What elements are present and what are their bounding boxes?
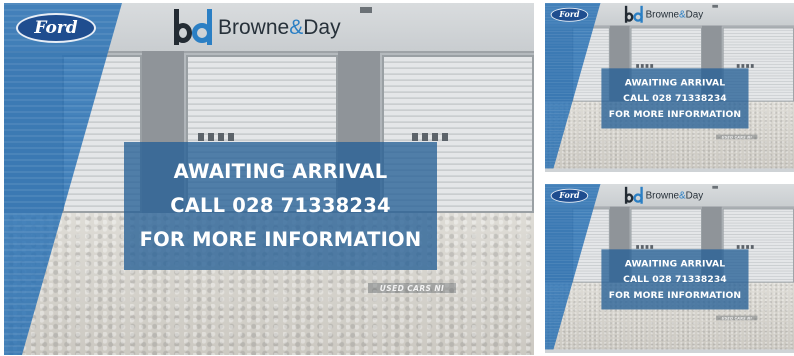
door-vent [636, 245, 639, 249]
door-vent [645, 245, 649, 249]
door-vent [741, 245, 745, 249]
notice-line-1: AWAITING ARRIVAL [173, 160, 388, 183]
dealer-logo-name: Browne [218, 16, 290, 39]
dealer-logo-name-end: Day [685, 190, 704, 201]
browne-day-logo-icon [174, 9, 214, 45]
door-vent [650, 64, 654, 68]
door-vent [746, 64, 749, 68]
watermark-text: USED CARS NI [721, 134, 752, 140]
door-vent [432, 133, 438, 141]
door-vent [218, 133, 224, 141]
door-vent [750, 245, 754, 249]
door-vent [741, 64, 745, 68]
door-vent [736, 245, 740, 249]
door-vent [650, 245, 654, 249]
ford-logo: Ford [550, 188, 589, 203]
door-vent [228, 133, 234, 141]
awaiting-arrival-notice: AWAITING ARRIVAL CALL 028 71338234 FOR M… [124, 142, 437, 270]
door-vent [422, 133, 428, 141]
ford-logo-text: Ford [559, 10, 580, 20]
dealer-logo-ampersand: & [289, 16, 304, 39]
door-vent [636, 64, 639, 68]
door-vent [746, 245, 749, 249]
door-vent [412, 133, 418, 141]
browne-day-logo-icon [624, 186, 644, 204]
wall-lamp [712, 185, 718, 189]
ford-logo: Ford [550, 7, 589, 22]
thumbnail-image[interactable]: Ford Browne&Day AWAITING ARRIVAL CALL 02… [545, 184, 794, 353]
notice-line-1: AWAITING ARRIVAL [624, 257, 726, 269]
watermark: USED CARS NI [716, 134, 758, 140]
browne-day-logo-icon [624, 5, 644, 23]
door-vent [645, 64, 649, 68]
door-vent [442, 133, 448, 141]
dealer-logo-name-end: Day [303, 16, 341, 39]
notice-line-1: AWAITING ARRIVAL [624, 76, 726, 88]
ford-logo-text: Ford [559, 191, 580, 201]
notice-line-2: CALL 028 71338234 [170, 194, 391, 217]
notice-line-3: FOR MORE INFORMATION [608, 108, 742, 120]
dealer-logo-name-end: Day [685, 9, 704, 20]
watermark-text: USED CARS NI [721, 315, 752, 321]
vehicle-photo: Ford Browne&Day AWAITING ARRIVAL CALL 02… [4, 3, 534, 355]
watermark: USED CARS NI [368, 283, 456, 293]
door-vent [208, 133, 214, 141]
wall-lamp [712, 4, 718, 8]
dealer-logo-text: Browne&Day [646, 9, 704, 20]
dealer-logo-name: Browne [645, 9, 680, 20]
door-vent [640, 245, 644, 249]
notice-line-2: CALL 028 71338234 [623, 92, 727, 104]
dealer-logo-text: Browne&Day [218, 16, 341, 40]
watermark-text: USED CARS NI [379, 283, 445, 293]
ford-logo-text: Ford [34, 18, 78, 38]
door-vent [198, 133, 204, 141]
notice-line-3: FOR MORE INFORMATION [608, 289, 742, 301]
ford-logo: Ford [16, 13, 96, 43]
awaiting-arrival-notice: AWAITING ARRIVAL CALL 028 71338234 FOR M… [601, 249, 749, 310]
door-vent [736, 64, 740, 68]
watermark: USED CARS NI [716, 315, 758, 321]
door-vent [750, 64, 754, 68]
dealer-logo-text: Browne&Day [646, 190, 704, 201]
notice-line-3: FOR MORE INFORMATION [139, 228, 422, 251]
wall-lamp [360, 7, 372, 13]
thumbnail-image[interactable]: Ford Browne&Day AWAITING ARRIVAL CALL 02… [545, 3, 794, 172]
notice-line-2: CALL 028 71338234 [623, 273, 727, 285]
awaiting-arrival-notice: AWAITING ARRIVAL CALL 028 71338234 FOR M… [601, 68, 749, 129]
vehicle-photo: Ford Browne&Day AWAITING ARRIVAL CALL 02… [545, 3, 794, 169]
main-image[interactable]: Ford Browne&Day AWAITING ARRIVAL CALL 02… [4, 3, 534, 355]
vehicle-photo: Ford Browne&Day AWAITING ARRIVAL CALL 02… [545, 184, 794, 350]
door-vent [640, 64, 644, 68]
dealer-logo-name: Browne [645, 190, 680, 201]
